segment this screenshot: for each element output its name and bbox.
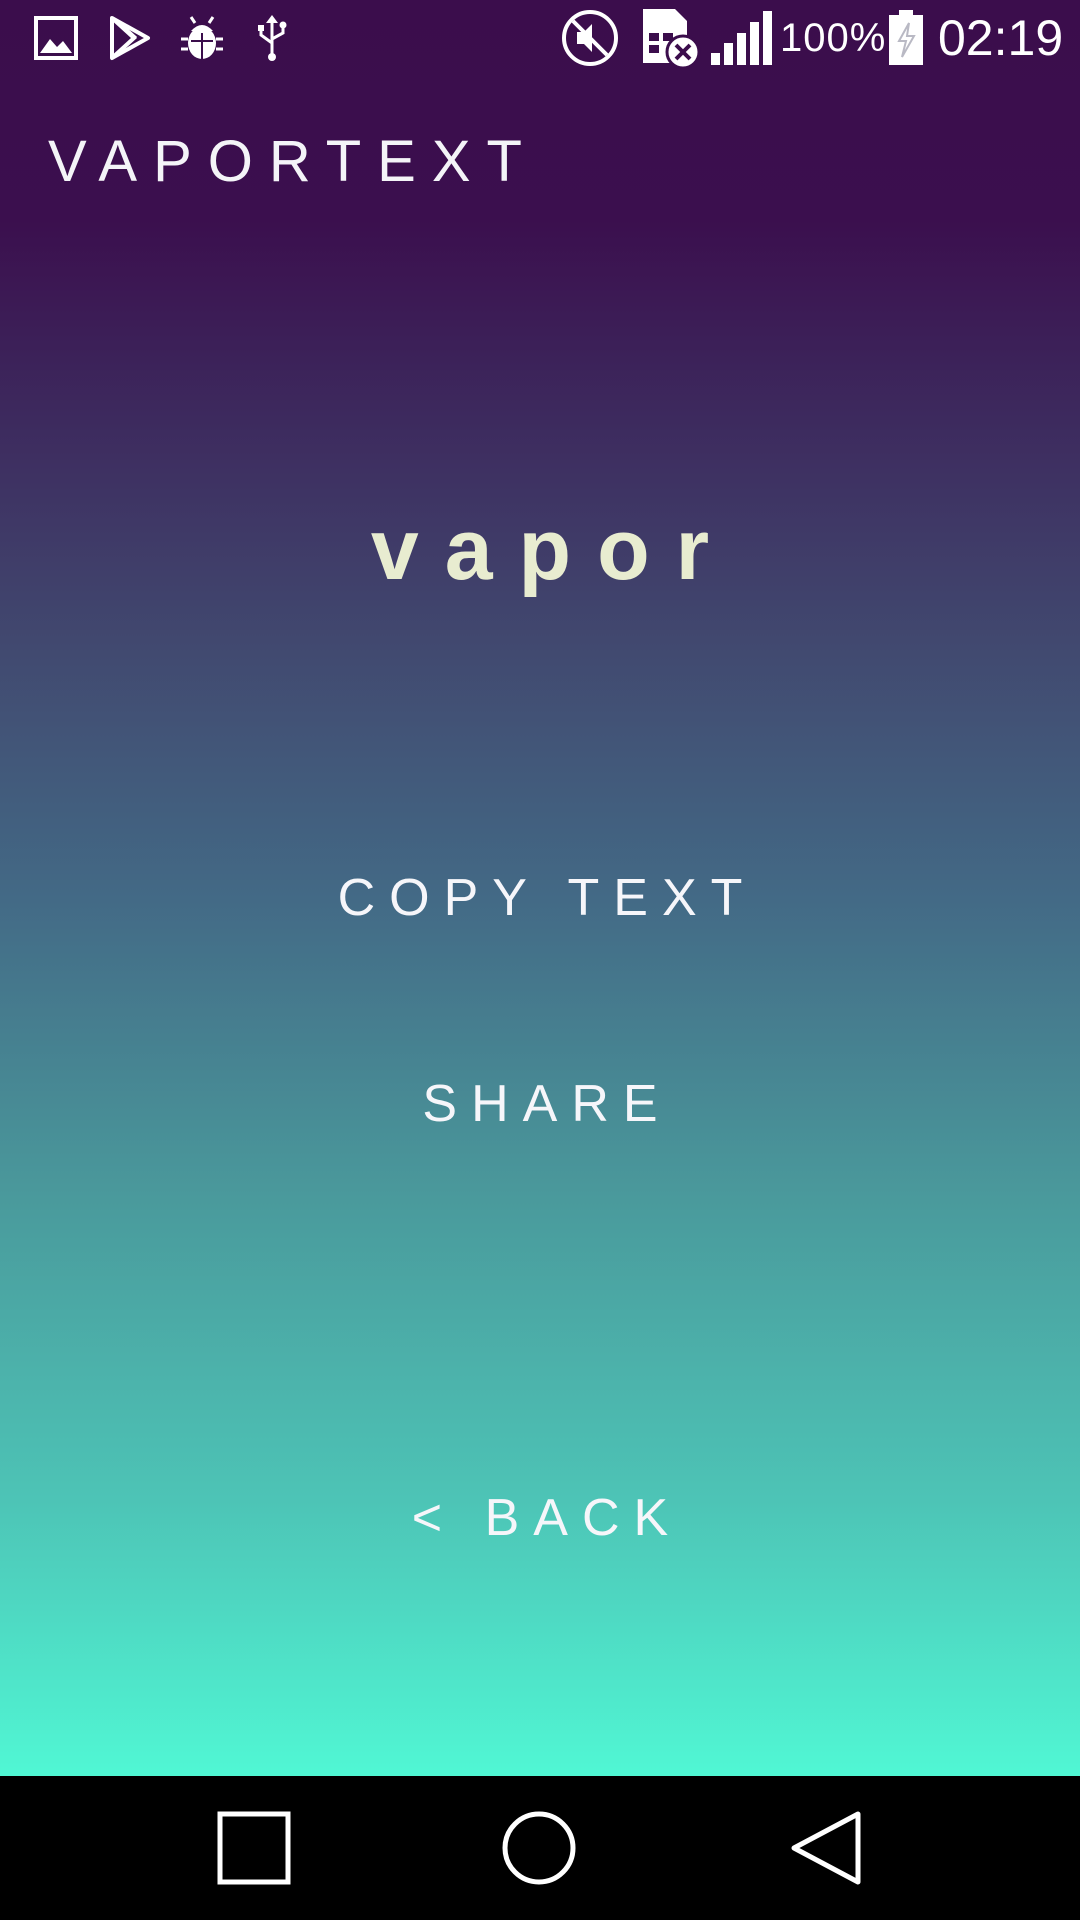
app-background: 100% 02:19 VAPORTEXT vapor COPY TEXT SHA… (0, 0, 1080, 1776)
image-icon (32, 12, 80, 64)
battery-charging-icon (886, 10, 926, 65)
share-button[interactable]: SHARE (240, 1064, 840, 1144)
copy-text-button[interactable]: COPY TEXT (240, 858, 840, 938)
output-text: vapor (370, 502, 736, 598)
bug-icon (176, 12, 228, 64)
play-store-icon (106, 12, 154, 64)
home-icon[interactable] (489, 1798, 589, 1898)
back-button[interactable]: < BACK (240, 1478, 840, 1558)
recents-icon[interactable] (204, 1798, 304, 1898)
app-title: VAPORTEXT (48, 129, 538, 194)
battery-percent: 100% (780, 16, 887, 60)
clock: 02:19 (938, 10, 1064, 66)
usb-icon (254, 12, 290, 64)
mute-icon (560, 10, 620, 66)
back-triangle-icon[interactable] (776, 1798, 876, 1898)
navigation-bar (0, 1776, 1080, 1920)
status-bar: 100% 02:19 (0, 0, 1080, 76)
no-sim-icon (640, 9, 704, 69)
signal-icon (708, 11, 774, 65)
screen: 100% 02:19 VAPORTEXT vapor COPY TEXT SHA… (0, 0, 1080, 1920)
